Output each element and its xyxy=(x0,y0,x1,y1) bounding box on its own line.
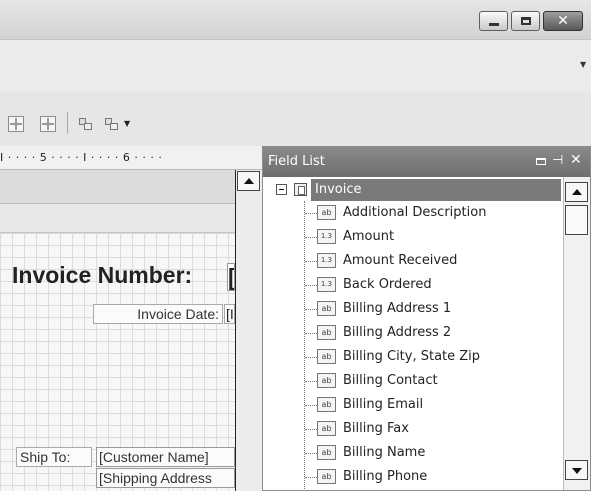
text-field-icon: ab xyxy=(317,325,336,340)
toolbar: ▼ xyxy=(0,92,591,146)
tree-item-label: Billing Contact xyxy=(343,373,438,388)
document-vertical-scrollbar[interactable] xyxy=(235,170,262,491)
send-to-back-icon[interactable] xyxy=(104,116,120,132)
title-bar: ✕ xyxy=(0,0,591,40)
tree-branch-line xyxy=(305,237,317,238)
text-field-icon: ab xyxy=(317,469,336,484)
ship-to-label[interactable]: Ship To: xyxy=(16,447,92,467)
tree-item-label: Billing Email xyxy=(343,397,424,412)
tree-item-label: Billing Address 2 xyxy=(343,325,452,340)
close-button[interactable]: ✕ xyxy=(543,11,583,31)
invoice-date-label[interactable]: Invoice Date: xyxy=(93,304,223,324)
tree-item-label: Amount Received xyxy=(343,253,458,268)
tree-branch-line xyxy=(305,477,317,478)
toolbar-dropdown-arrow-icon[interactable]: ▼ xyxy=(124,119,130,128)
collapse-icon[interactable] xyxy=(276,184,287,195)
number-field-icon: 1.3 xyxy=(317,229,336,244)
bring-to-front-icon[interactable] xyxy=(78,116,94,132)
tree-branch-line xyxy=(305,309,317,310)
field-list-scrollbar[interactable] xyxy=(563,177,590,490)
invoice-number-field[interactable]: [I xyxy=(227,263,235,291)
tree-branch-line xyxy=(305,429,317,430)
tree-item[interactable]: ab Billing Address 2 xyxy=(263,321,563,345)
tree-item[interactable]: 1.3 Amount xyxy=(263,225,563,249)
field-list-scroll-up-button[interactable] xyxy=(565,182,588,202)
close-icon: ✕ xyxy=(557,13,569,29)
scroll-down-arrow-icon xyxy=(572,468,582,474)
invoice-date-field[interactable]: [I xyxy=(224,304,235,324)
maximize-icon xyxy=(521,17,531,25)
scroll-up-arrow-icon xyxy=(572,189,582,195)
text-field-icon: ab xyxy=(317,205,336,220)
scroll-up-arrow-icon xyxy=(244,178,254,184)
panel-close-icon[interactable]: ✕ xyxy=(570,152,582,168)
ribbon: ▼ xyxy=(0,40,591,92)
invoice-number-label[interactable]: Invoice Number: xyxy=(12,262,192,289)
minimize-icon xyxy=(489,23,499,26)
report-band-header[interactable] xyxy=(0,170,235,204)
tree-branch-line xyxy=(305,381,317,382)
tree-item-label: Billing Address 1 xyxy=(343,301,452,316)
tree-item-label: Amount xyxy=(343,229,395,244)
datasource-icon xyxy=(294,183,307,196)
field-list-scroll-thumb[interactable] xyxy=(565,205,588,235)
tree-item-label: Billing City, State Zip xyxy=(343,349,481,364)
text-field-icon: ab xyxy=(317,421,336,436)
ship-address-field[interactable]: [Shipping Address xyxy=(96,468,235,488)
toolbar-divider xyxy=(67,112,68,134)
tree-item-label: Billing Name xyxy=(343,445,426,460)
field-list-title: Field List xyxy=(268,154,325,169)
tree-branch-line xyxy=(305,261,317,262)
field-list-panel: Field List ⊣ ✕ Invoice ab Additional Des… xyxy=(262,146,591,491)
tree-item[interactable]: ab Billing Address 1 xyxy=(263,297,563,321)
tree-item[interactable]: 1.3 Back Ordered xyxy=(263,273,563,297)
text-field-icon: ab xyxy=(317,373,336,388)
tree-item[interactable]: ab Billing Phone xyxy=(263,465,563,489)
text-field-icon: ab xyxy=(317,445,336,460)
tree-branch-line xyxy=(305,213,317,214)
tree-item[interactable]: ab Additional Description xyxy=(263,201,563,225)
tree-branch-line xyxy=(305,357,317,358)
tree-branch-line xyxy=(305,333,317,334)
tree-root-label: Invoice xyxy=(315,182,362,197)
distribute-rows-icon[interactable] xyxy=(40,116,56,132)
tree-branch-line xyxy=(305,285,317,286)
distribute-columns-icon[interactable] xyxy=(8,116,24,132)
tree-branch-line xyxy=(305,453,317,454)
tree-item-label: Billing Fax xyxy=(343,421,409,436)
tree-item[interactable]: ab Billing Fax xyxy=(263,417,563,441)
tree-item-label: Back Ordered xyxy=(343,277,432,292)
document-scroll-up-button[interactable] xyxy=(237,171,260,191)
horizontal-ruler: I · · · · 5 · · · · I · · · · 6 · · · · xyxy=(0,146,262,170)
panel-window-position-icon[interactable] xyxy=(536,158,546,165)
number-field-icon: 1.3 xyxy=(317,253,336,268)
number-field-icon: 1.3 xyxy=(317,277,336,292)
tree-root-invoice[interactable]: Invoice xyxy=(263,179,563,201)
ribbon-options-arrow-icon[interactable]: ▼ xyxy=(580,60,586,69)
tree-item[interactable]: ab Billing Contact xyxy=(263,369,563,393)
text-field-icon: ab xyxy=(317,349,336,364)
pin-icon[interactable]: ⊣ xyxy=(552,153,563,168)
tree-item-label: Billing Phone xyxy=(343,469,428,484)
text-field-icon: ab xyxy=(317,397,336,412)
tree-item[interactable]: ab Billing Email xyxy=(263,393,563,417)
field-list-header: Field List ⊣ ✕ xyxy=(263,147,590,177)
report-page: Invoice Number: [I Invoice Date: [I Ship… xyxy=(0,232,235,491)
tree-branch-line xyxy=(305,405,317,406)
tree-item-label: Additional Description xyxy=(343,205,487,220)
field-list-scroll-down-button[interactable] xyxy=(565,460,588,480)
report-design-surface: Invoice Number: [I Invoice Date: [I Ship… xyxy=(0,170,262,491)
tree-item[interactable]: ab Billing Name xyxy=(263,441,563,465)
minimize-button[interactable] xyxy=(479,11,508,31)
maximize-button[interactable] xyxy=(511,11,540,31)
text-field-icon: ab xyxy=(317,301,336,316)
tree-item[interactable]: 1.3 Amount Received xyxy=(263,249,563,273)
field-tree: Invoice ab Additional Description 1.3 Am… xyxy=(263,177,563,490)
ship-customer-name-field[interactable]: [Customer Name] xyxy=(96,447,235,467)
tree-item[interactable]: ab Billing City, State Zip xyxy=(263,345,563,369)
